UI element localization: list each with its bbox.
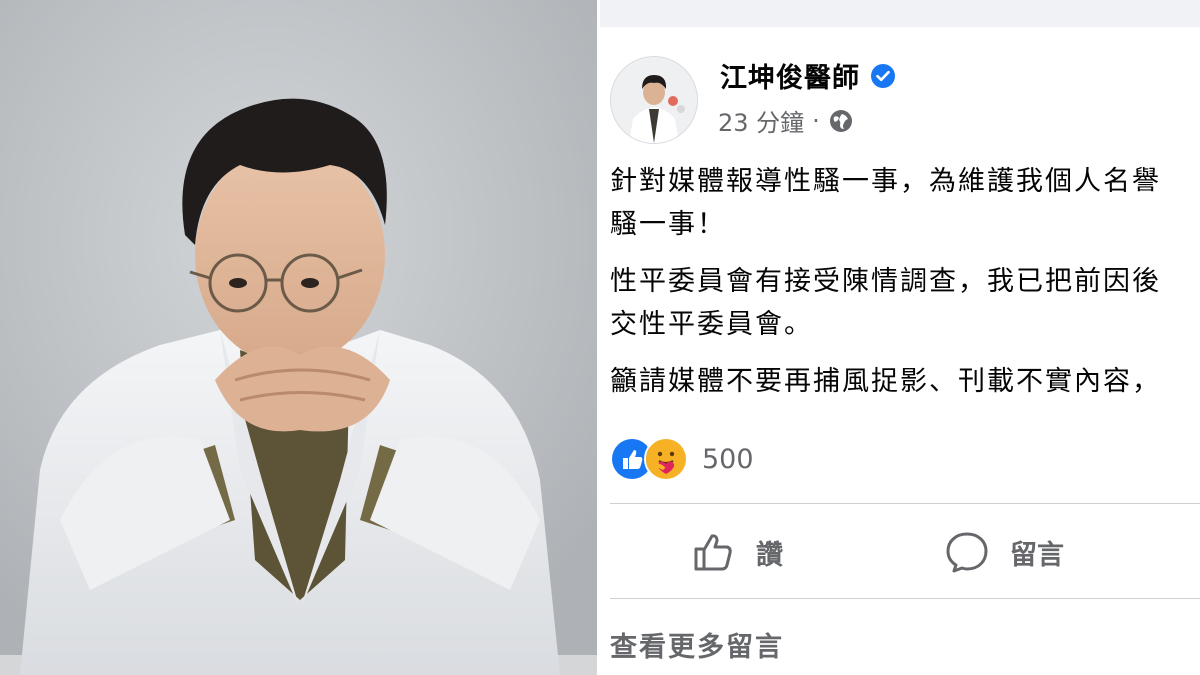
- post-timestamp[interactable]: 23 分鐘: [718, 103, 804, 138]
- portrait-illustration: [0, 0, 597, 675]
- comment-label: 留言: [1010, 539, 1064, 571]
- like-button[interactable]: 讚: [690, 527, 783, 577]
- post-line: 針對媒體報導性騷一事，為維護我個人名譽: [610, 166, 1161, 197]
- comment-bubble-icon: [946, 532, 988, 573]
- divider: [610, 598, 1200, 599]
- facebook-post: 江坤俊醫師 23 分鐘 · 針對媒體報導性騷一事，為維護我個人名譽 騷一事！ 性…: [600, 0, 1200, 675]
- view-more-comments-link[interactable]: 查看更多留言: [610, 625, 784, 664]
- avatar-image: [611, 57, 697, 143]
- post-body: 針對媒體報導性騷一事，為維護我個人名譽 騷一事！ 性平委員會有接受陳情調查，我已…: [610, 160, 1200, 417]
- like-label: 讚: [756, 539, 783, 571]
- reaction-count: 500: [702, 443, 754, 475]
- globe-icon[interactable]: [828, 108, 854, 134]
- reaction-summary[interactable]: 500: [610, 437, 754, 481]
- doctor-portrait-photo: [0, 0, 597, 675]
- post-line: 性平委員會有接受陳情調查，我已把前因後: [610, 266, 1161, 297]
- divider: [610, 503, 1200, 504]
- care-reaction-icon: [644, 437, 688, 481]
- post-line: 交性平委員會。: [610, 309, 813, 340]
- author-avatar[interactable]: [610, 56, 698, 144]
- post-line: 騷一事！: [610, 209, 726, 240]
- author-name[interactable]: 江坤俊醫師: [720, 56, 860, 95]
- thumbs-up-icon: [694, 534, 732, 571]
- post-line: 籲請媒體不要再捕風捉影、刊載不實內容，: [610, 366, 1161, 397]
- meta-separator: ·: [812, 106, 820, 135]
- post-top-bar: [600, 0, 1200, 27]
- verified-badge-icon: [870, 63, 896, 89]
- comment-button[interactable]: 留言: [944, 527, 1064, 577]
